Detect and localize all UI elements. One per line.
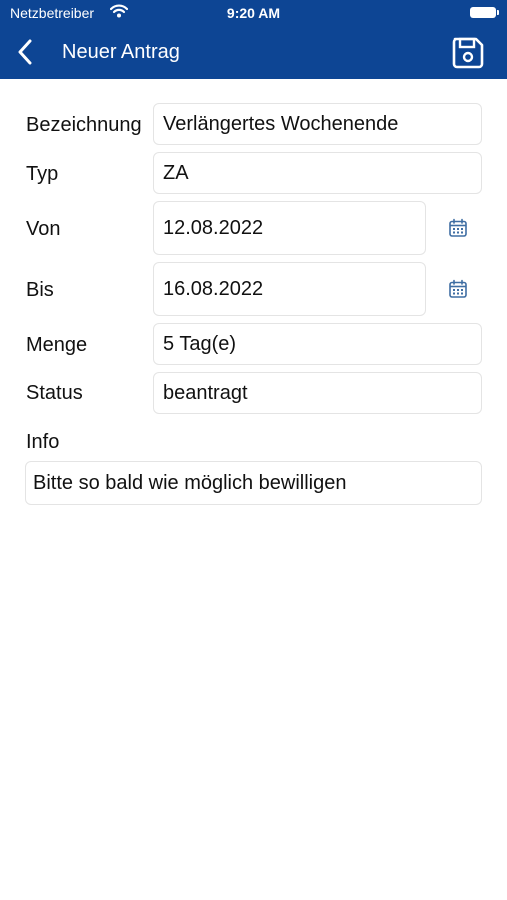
menge-label: Menge xyxy=(26,334,88,356)
status-label: Status xyxy=(26,382,83,404)
von-calendar-button[interactable] xyxy=(444,214,472,242)
back-button[interactable] xyxy=(12,35,38,69)
menge-field[interactable]: 5 Tag(e) xyxy=(153,323,482,365)
bezeichnung-label: Bezeichnung xyxy=(26,114,142,136)
bezeichnung-field[interactable]: Verlängertes Wochenende xyxy=(153,103,482,145)
von-date-field[interactable]: 12.08.2022 xyxy=(153,201,426,255)
typ-label: Typ xyxy=(26,163,59,185)
page-title: Neuer Antrag xyxy=(62,41,180,63)
save-button[interactable] xyxy=(448,33,488,73)
von-label: Von xyxy=(26,218,61,240)
status-time: 9:20 AM xyxy=(226,5,281,21)
calendar-icon xyxy=(449,218,467,237)
app-header: Netzbetreiber 9:20 AM Neuer Antrag xyxy=(0,0,507,79)
chevron-left-icon xyxy=(18,39,32,65)
bis-calendar-button[interactable] xyxy=(444,275,472,303)
battery-icon xyxy=(470,7,499,18)
bis-date-field[interactable]: 16.08.2022 xyxy=(153,262,426,316)
typ-field[interactable]: ZA xyxy=(153,152,482,194)
info-label: Info xyxy=(26,431,60,453)
info-field[interactable]: Bitte so bald wie möglich bewilligen xyxy=(25,461,482,505)
bis-label: Bis xyxy=(26,279,54,301)
calendar-icon xyxy=(449,279,467,298)
status-field[interactable]: beantragt xyxy=(153,372,482,414)
floppy-disk-icon xyxy=(452,37,484,69)
status-bar: Netzbetreiber 9:20 AM xyxy=(0,0,507,27)
